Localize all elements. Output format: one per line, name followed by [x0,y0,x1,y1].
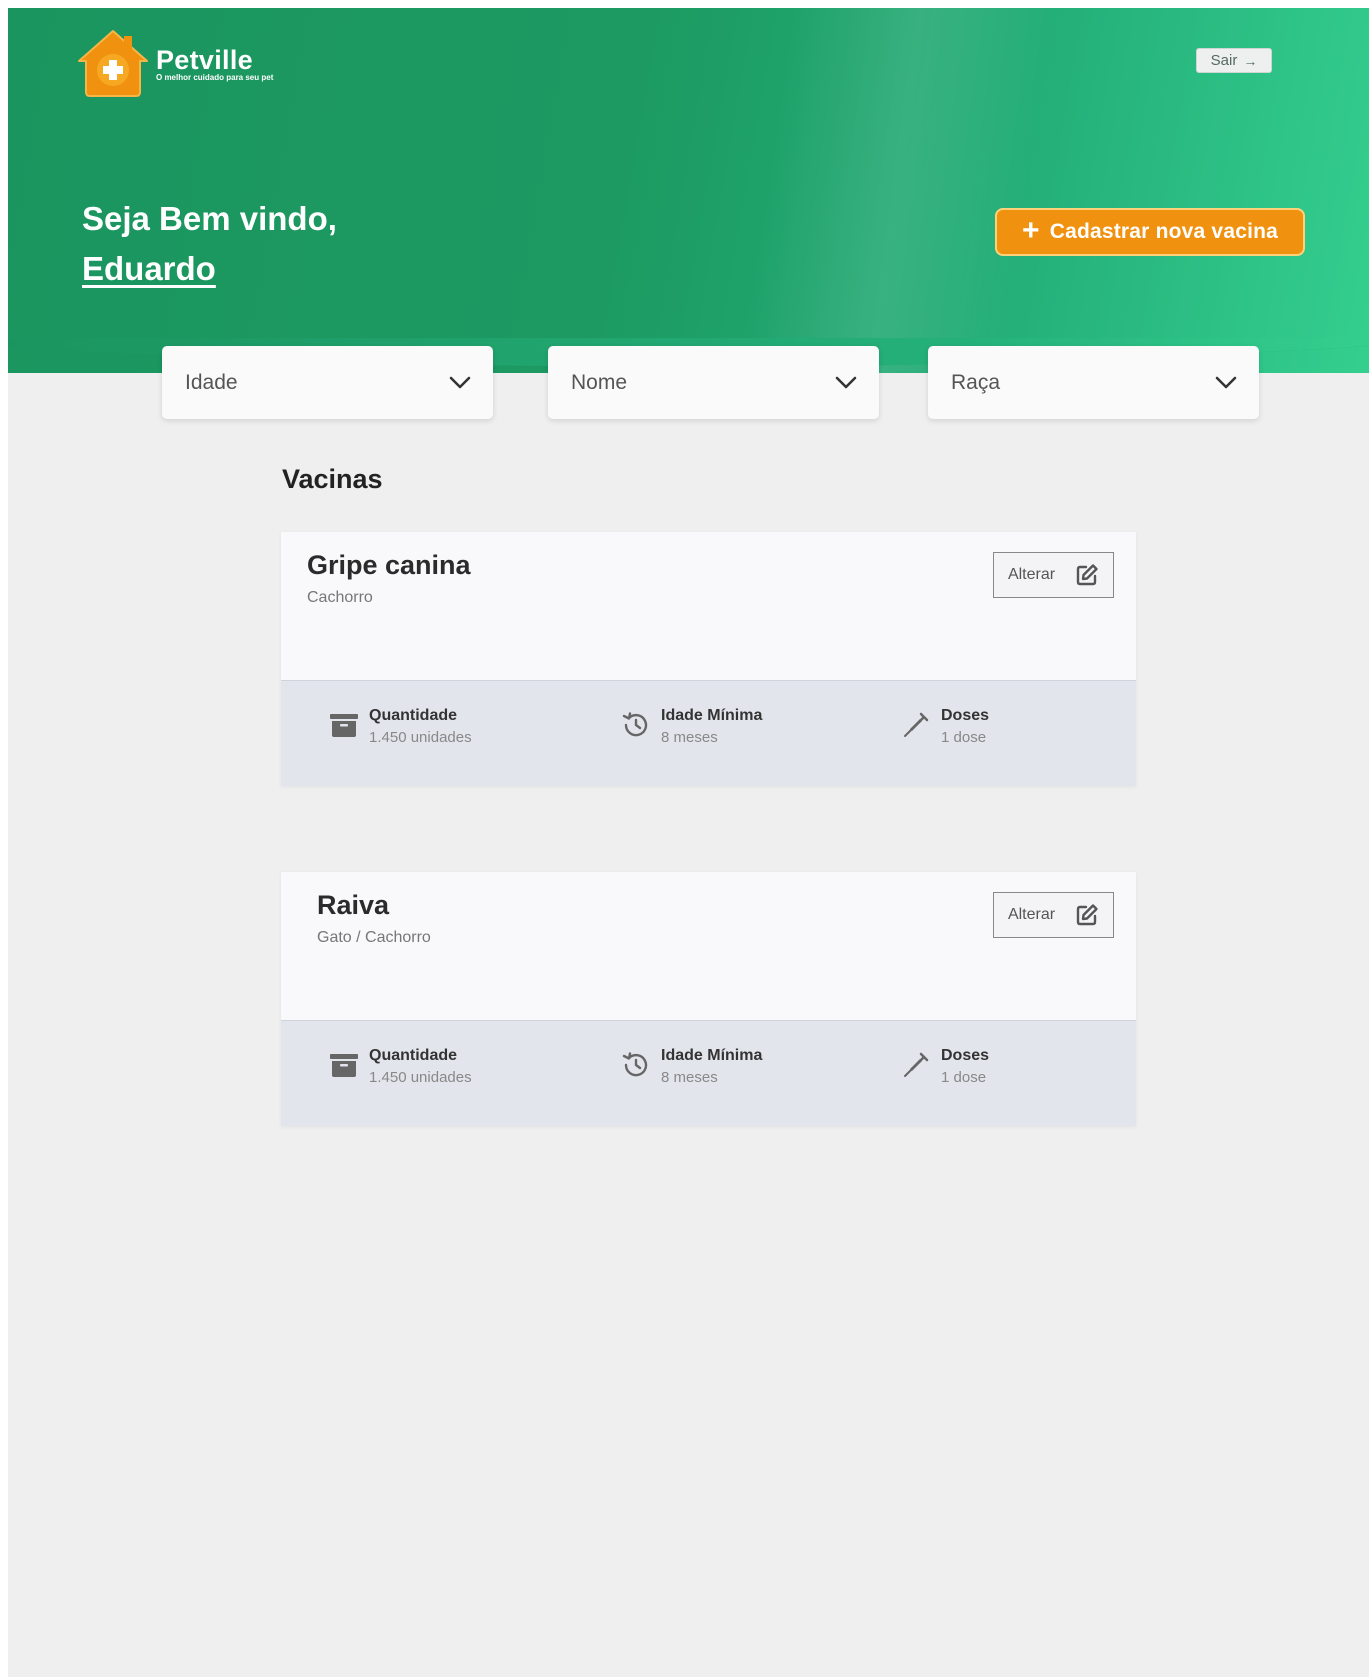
stat-label: Quantidade [369,707,458,724]
stat-value: 1 dose [941,1069,987,1086]
stat-label: Idade Mínima [661,1047,763,1064]
stat-min-age-text: Idade Mínima 8 meses [661,1045,762,1089]
app-frame: Petville O melhor cuidado para seu pet S… [8,8,1369,1677]
logout-button[interactable]: Sair → [1196,48,1272,73]
stat-doses: Doses 1 dose [901,705,989,749]
stat-quantity: Quantidade 1.450 unidades [329,1045,472,1089]
filter-idade[interactable]: Idade [162,346,493,419]
vaccine-species: Cachorro [307,589,373,606]
brand-text: Petville O melhor cuidado para seu pet [156,45,273,83]
chevron-down-icon [835,376,857,388]
stat-label: Doses [941,1047,990,1064]
hero-banner: Petville O melhor cuidado para seu pet S… [8,8,1369,373]
edit-icon [1076,904,1098,926]
house-cross-icon [78,30,148,97]
stat-label: Doses [941,707,990,724]
vaccine-species: Gato / Cachorro [317,929,431,946]
vaccine-stats: Quantidade 1.450 unidades Idade Mínima 8… [281,1020,1136,1126]
brand-logo[interactable]: Petville O melhor cuidado para seu pet [76,28,273,100]
stat-value: 8 meses [661,729,718,746]
filter-nome[interactable]: Nome [548,346,879,419]
user-name-link[interactable]: Eduardo [82,244,337,294]
edit-label: Alterar [1007,906,1056,923]
edit-label: Alterar [1007,566,1056,583]
brand-name: Petville [156,45,253,75]
stat-label: Idade Mínima [661,707,763,724]
vaccine-name: Raiva [317,890,390,920]
welcome-message: Seja Bem vindo, Eduardo [82,194,337,294]
hero-sheen [738,8,1058,373]
edit-icon [1076,564,1098,586]
stat-min-age: Idade Mínima 8 meses [621,1045,762,1089]
vaccine-stats: Quantidade 1.450 unidades Idade Mínima 8… [281,680,1136,786]
stat-value: 8 meses [661,1069,718,1086]
new-vaccine-label: Cadastrar nova vacina [1049,220,1279,243]
arrow-right-icon: → [1243,52,1258,69]
syringe-icon [904,712,929,737]
history-icon [622,712,648,737]
stat-doses-text: Doses 1 dose [941,1045,989,1089]
stat-doses-text: Doses 1 dose [941,705,989,749]
stat-label: Quantidade [369,1047,458,1064]
new-vaccine-button[interactable]: + Cadastrar nova vacina [995,208,1305,256]
welcome-line: Seja Bem vindo, [82,200,337,237]
stat-value: 1.450 unidades [369,729,472,746]
filter-idade-label: Idade [185,370,238,394]
stat-min-age: Idade Mínima 8 meses [621,705,762,749]
stat-quantity-text: Quantidade 1.450 unidades [369,705,472,749]
logout-label: Sair [1210,52,1238,69]
edit-vaccine-button[interactable]: Alterar [993,892,1114,938]
vaccine-name: Gripe canina [307,550,471,580]
stat-doses: Doses 1 dose [901,1045,989,1089]
chevron-down-icon [1215,376,1237,388]
stat-value: 1 dose [941,729,987,746]
history-icon [622,1052,648,1077]
section-title: Vacinas [282,464,383,494]
chevron-down-icon [449,376,471,388]
stat-value: 1.450 unidades [369,1069,472,1086]
vaccine-card: Raiva Gato / Cachorro Alterar Quantidade… [281,872,1136,1126]
plus-icon: + [1021,214,1040,247]
filter-raca-label: Raça [951,370,1001,394]
edit-vaccine-button[interactable]: Alterar [993,552,1114,598]
stat-quantity-text: Quantidade 1.450 unidades [369,1045,472,1089]
stat-min-age-text: Idade Mínima 8 meses [661,705,762,749]
vaccine-card: Gripe canina Cachorro Alterar Quantidade… [281,532,1136,786]
filter-raca[interactable]: Raça [928,346,1259,419]
brand-tagline: O melhor cuidado para seu pet [156,73,274,82]
archive-icon [330,1054,358,1077]
syringe-icon [904,1052,929,1077]
filter-nome-label: Nome [571,370,628,394]
archive-icon [330,714,358,737]
stat-quantity: Quantidade 1.450 unidades [329,705,472,749]
